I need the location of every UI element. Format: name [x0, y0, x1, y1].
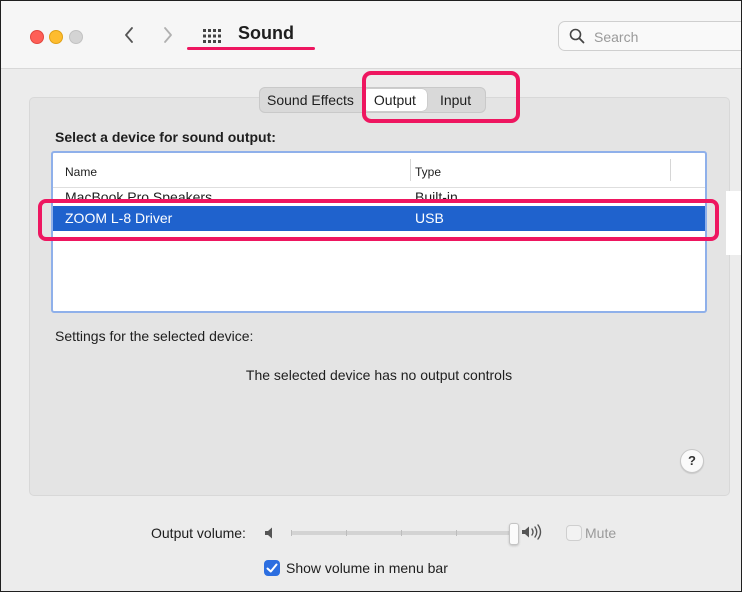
chevron-right-icon	[164, 27, 172, 43]
output-volume-label: Output volume:	[151, 525, 246, 541]
show-volume-label: Show volume in menu bar	[286, 560, 448, 576]
mute-checkbox[interactable]	[566, 525, 582, 541]
show-volume-checkbox[interactable]	[264, 560, 280, 576]
column-divider	[410, 159, 411, 181]
mute-label: Mute	[585, 525, 617, 541]
tab-sound-effects[interactable]: Sound Effects	[260, 89, 361, 111]
speaker-low-icon	[265, 527, 272, 539]
search-field[interactable]	[558, 21, 741, 51]
slider-tick	[291, 530, 292, 536]
column-header-name[interactable]: Name	[65, 165, 97, 179]
sound-preferences-window: Sound Sound Effects Output Input Select …	[0, 0, 742, 592]
row-annotation-highlight	[38, 199, 719, 241]
column-header-type[interactable]: Type	[415, 165, 441, 179]
forward-button[interactable]	[157, 21, 179, 49]
settings-label: Settings for the selected device:	[55, 328, 254, 344]
back-button[interactable]	[118, 21, 140, 49]
zoom-window-button[interactable]	[69, 30, 83, 44]
column-divider	[670, 159, 671, 181]
search-input[interactable]	[592, 25, 736, 49]
background-sliver	[726, 191, 741, 255]
device-list-heading: Select a device for sound output:	[55, 129, 276, 145]
checkmark-icon	[266, 563, 278, 573]
chevron-left-icon	[125, 27, 133, 43]
slider-tick	[456, 530, 457, 536]
slider-tick	[346, 530, 347, 536]
speaker-high-icon	[522, 524, 542, 540]
slider-tick	[401, 530, 402, 536]
search-icon	[569, 28, 585, 44]
volume-slider-knob[interactable]	[509, 523, 519, 545]
help-button[interactable]: ?	[680, 449, 704, 473]
grid-icon	[203, 29, 221, 43]
table-header: Name Type	[53, 153, 705, 188]
tab-annotation-highlight	[362, 71, 520, 123]
close-window-button[interactable]	[30, 30, 44, 44]
window-title: Sound	[238, 23, 294, 43]
minimize-window-button[interactable]	[49, 30, 63, 44]
output-volume-slider[interactable]	[291, 523, 519, 545]
title-annotation-underline	[187, 47, 315, 50]
show-all-button[interactable]	[201, 26, 225, 46]
title-bar: Sound	[1, 1, 741, 69]
no-controls-message: The selected device has no output contro…	[245, 367, 513, 383]
